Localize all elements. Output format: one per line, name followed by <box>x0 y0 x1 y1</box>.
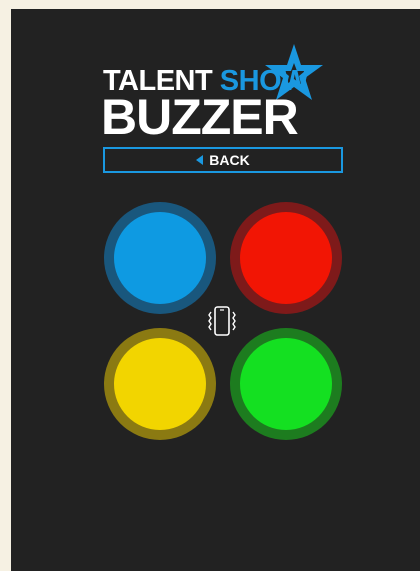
blue-buzzer-button[interactable] <box>104 202 216 314</box>
back-arrow-icon <box>196 155 204 165</box>
app-screen: TALENT SHOW BUZZER BACK <box>11 9 420 571</box>
logo-buzzer-text: BUZZER <box>101 89 299 145</box>
vibrate-icon[interactable] <box>206 304 238 338</box>
green-buzzer-button[interactable] <box>230 328 342 440</box>
yellow-buzzer-face <box>114 338 206 430</box>
red-buzzer-button[interactable] <box>230 202 342 314</box>
green-buzzer-face <box>240 338 332 430</box>
talent-show-buzzer-logo: TALENT SHOW BUZZER <box>11 9 420 149</box>
blue-buzzer-face <box>114 212 206 304</box>
back-button[interactable]: BACK <box>103 147 343 173</box>
yellow-buzzer-button[interactable] <box>104 328 216 440</box>
red-buzzer-face <box>240 212 332 304</box>
back-button-label: BACK <box>209 152 250 168</box>
